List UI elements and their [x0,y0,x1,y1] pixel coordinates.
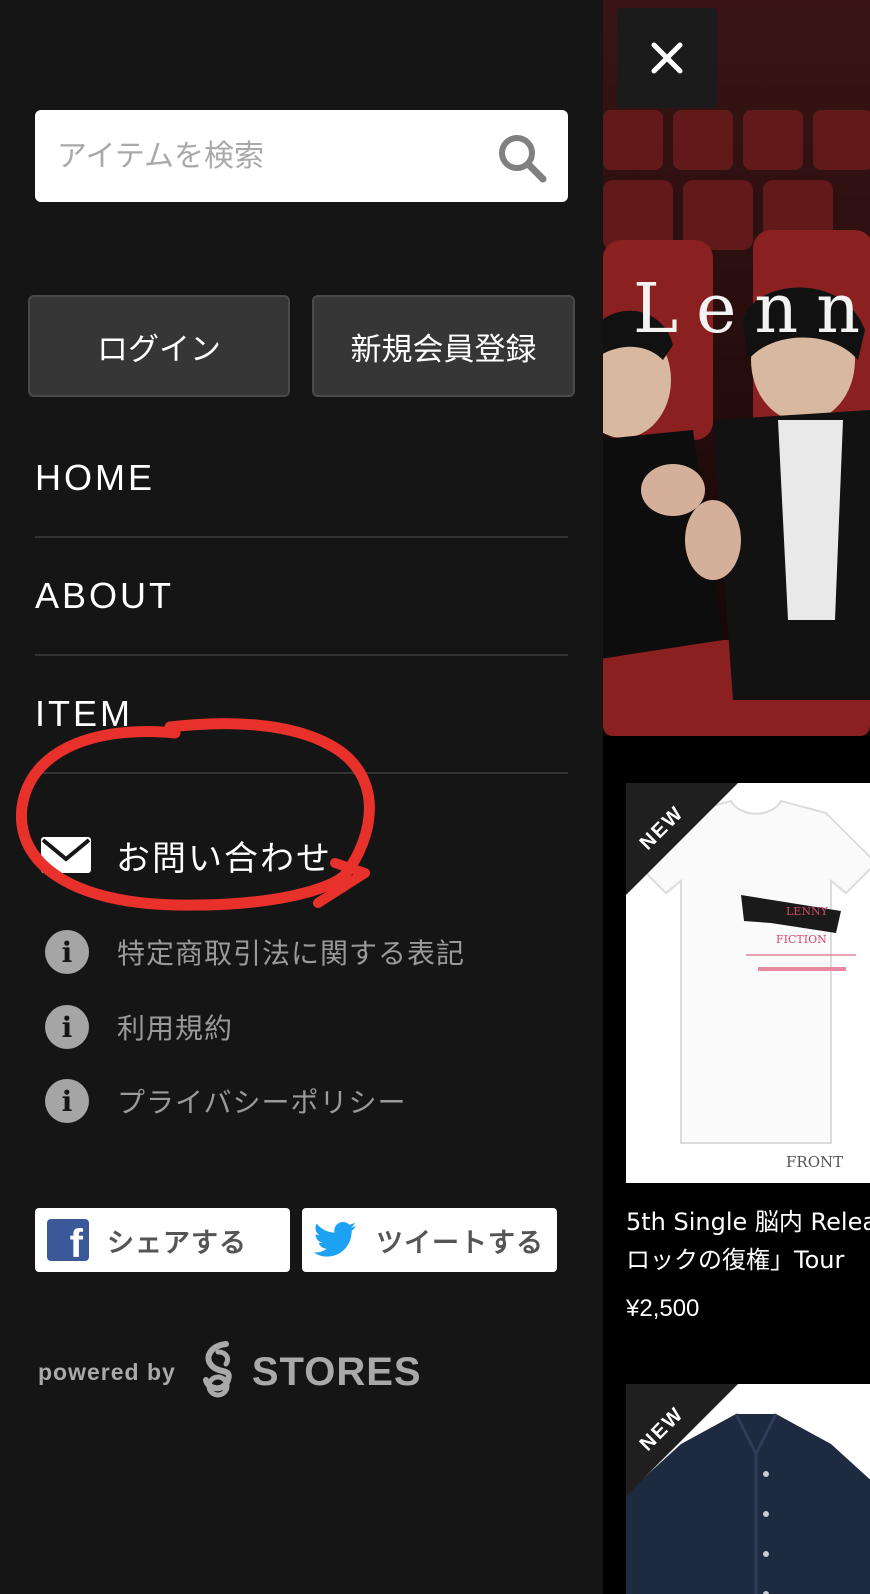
legal-notice-link[interactable]: i 特定商取引法に関する表記 [45,928,465,976]
terms-link[interactable]: i 利用規約 [45,1003,233,1051]
contact-label: お問い合わせ [116,838,332,879]
nav-item-label: HOME [35,457,155,498]
new-badge: NEW [626,783,738,895]
privacy-policy-label: プライバシーポリシー [117,1086,407,1119]
info-icon: i [45,1079,89,1123]
product-price: ¥2,500 [626,1295,700,1322]
facebook-icon: f [47,1219,89,1261]
svg-text:LENNY: LENNY [786,905,829,918]
nav-item-home[interactable]: HOME [35,420,568,538]
login-button[interactable]: ログイン [28,295,290,397]
contact-link[interactable]: お問い合わせ [40,820,332,890]
product-card-image[interactable]: LENNY FICTION NEW FRONT [626,783,870,1183]
new-badge: NEW [626,1384,738,1496]
nav-item-about[interactable]: ABOUT [35,538,568,656]
register-button[interactable]: 新規会員登録 [312,295,575,397]
hero-banner: Lenny [603,0,870,736]
facebook-share-button[interactable]: f シェアする [35,1208,290,1272]
nav-item-item[interactable]: ITEM [35,656,568,774]
product-name[interactable]: 5th Single 脳内 Relea ロックの復権」Tour [626,1203,870,1279]
powered-by-text: powered by [38,1358,176,1385]
product-name-line1: 5th Single 脳内 Relea [626,1208,870,1236]
hero-title: Lenny [633,270,870,349]
stores-brand-text: STORES [251,1349,422,1394]
hero-photo [603,0,870,736]
info-icon: i [45,1005,89,1049]
nav-item-label: ABOUT [35,575,175,616]
powered-by-stores[interactable]: powered by STORES [38,1340,422,1404]
twitter-bird-icon [313,1222,356,1257]
product-card-image[interactable]: NEW [626,1384,870,1594]
product-name-line2: ロックの復権」Tour [626,1246,845,1274]
close-menu-button[interactable] [617,8,717,108]
privacy-policy-link[interactable]: i プライバシーポリシー [45,1077,406,1125]
twitter-tweet-label: ツイートする [376,1227,544,1259]
front-label: FRONT [786,1153,844,1171]
main-content: Lenny LENNY FICTION NEW FRONT 5th Single… [603,0,870,1594]
search-box [35,110,568,202]
search-icon[interactable] [496,132,548,184]
twitter-tweet-button[interactable]: ツイートする [302,1208,557,1272]
stores-logo-icon [202,1341,232,1398]
svg-text:FICTION: FICTION [776,933,827,946]
info-icon: i [45,930,89,974]
close-icon [651,42,683,74]
nav-item-label: ITEM [35,693,133,734]
legal-notice-label: 特定商取引法に関する表記 [117,937,466,970]
search-input[interactable] [57,110,497,202]
terms-label: 利用規約 [117,1012,234,1045]
mail-icon [41,837,91,873]
side-drawer: ログイン 新規会員登録 HOME ABOUT ITEM お問い合わせ i 特定商… [0,0,603,1594]
facebook-share-label: シェアする [107,1227,247,1259]
